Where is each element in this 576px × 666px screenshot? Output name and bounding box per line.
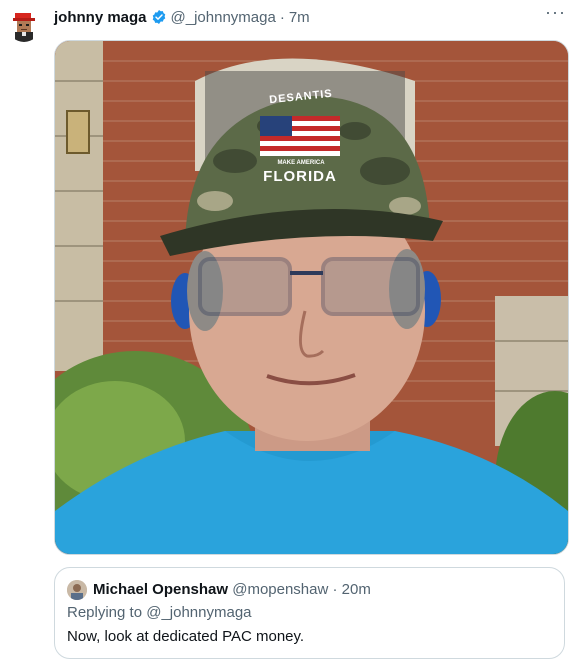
person-avatar-icon: [67, 580, 87, 600]
tweet-photo[interactable]: DESANTIS MAKE AMERICA FLORIDA: [54, 40, 569, 555]
quote-header: Michael Openshaw @mopenshaw · 20m: [93, 580, 371, 600]
author-name[interactable]: johnny maga: [54, 9, 147, 26]
quote-separator-dot: ·: [332, 581, 338, 598]
author-handle[interactable]: @_johnnymaga: [171, 9, 276, 26]
quote-time[interactable]: 20m: [342, 581, 371, 598]
tweet-time[interactable]: 7m: [289, 9, 310, 26]
quote-author-avatar[interactable]: [67, 580, 87, 600]
quoted-tweet[interactable]: Michael Openshaw @mopenshaw · 20m Replyi…: [54, 567, 565, 659]
quote-text: Now, look at dedicated PAC money.: [67, 628, 305, 645]
hat-text-bottom: FLORIDA: [263, 168, 337, 185]
hat-text-mid: MAKE AMERICA: [277, 160, 325, 166]
pixel-avatar-icon: [8, 10, 40, 42]
more-icon[interactable]: ···: [545, 2, 566, 23]
author-avatar[interactable]: [8, 10, 40, 42]
quote-author-name[interactable]: Michael Openshaw: [93, 581, 228, 598]
verified-badge-icon[interactable]: [151, 9, 167, 25]
replying-to-label: Replying to @_johnnymaga: [67, 604, 252, 621]
quote-author-handle[interactable]: @mopenshaw: [232, 581, 328, 598]
photo-illustration: [55, 41, 568, 554]
separator-dot: ·: [279, 8, 285, 26]
tweet-header: johnny maga @_johnnymaga · 7m: [54, 6, 562, 28]
